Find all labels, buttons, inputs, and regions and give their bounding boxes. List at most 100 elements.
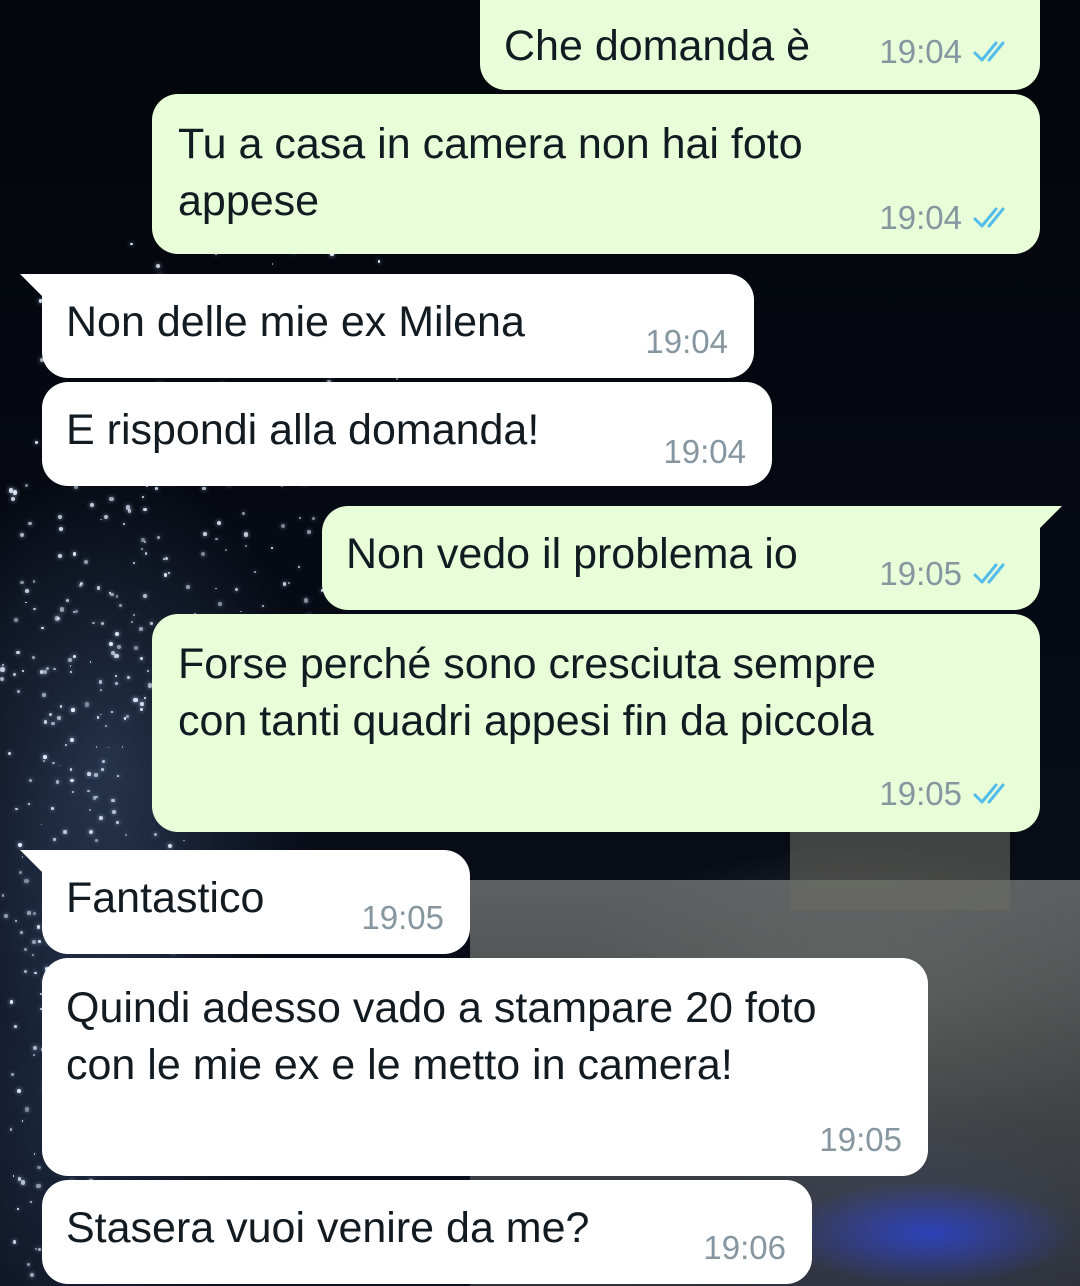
light-dot — [32, 580, 36, 584]
light-dot — [110, 798, 115, 803]
light-dot — [27, 802, 30, 805]
read-receipt-icon — [973, 207, 1005, 228]
light-dot — [32, 912, 37, 916]
light-dot — [203, 532, 207, 536]
light-dot — [157, 535, 161, 539]
light-dot — [69, 670, 73, 673]
message-bubble-incoming[interactable]: Fantastico 19:05 — [20, 850, 470, 954]
light-dot — [95, 795, 99, 799]
message-time: 19:04 — [879, 33, 962, 70]
bubble-tail — [1040, 506, 1062, 528]
light-dot — [215, 537, 218, 540]
light-dot — [62, 830, 67, 834]
light-dot — [115, 631, 120, 636]
light-dot — [100, 768, 104, 771]
light-dot — [34, 971, 37, 975]
light-dot — [140, 702, 144, 706]
light-dot — [155, 487, 158, 490]
message-bubble-outgoing[interactable]: Non vedo il problema io 19:05 — [322, 506, 1062, 610]
light-dot — [254, 571, 257, 574]
message-time: 19:05 — [879, 555, 962, 592]
message-bubble-outgoing[interactable]: Tu a casa in camera non hai foto appese … — [152, 94, 1040, 254]
light-dot — [123, 523, 125, 525]
light-dot — [12, 1240, 17, 1245]
light-dot — [162, 558, 165, 561]
light-dot — [48, 712, 52, 716]
message-time: 19:04 — [663, 433, 746, 470]
message-time: 19:04 — [879, 199, 962, 236]
light-dot — [143, 541, 146, 544]
light-dot — [24, 879, 29, 884]
light-dot — [100, 713, 102, 716]
light-dot — [20, 532, 25, 537]
light-dot — [244, 545, 247, 548]
light-dot — [71, 790, 74, 793]
light-dot — [241, 512, 246, 516]
light-dot — [307, 529, 312, 534]
light-dot — [32, 655, 35, 659]
light-dot — [145, 552, 148, 555]
message-text-line-1: Quindi adesso vado a stampare 20 foto — [66, 984, 817, 1032]
light-dot — [95, 746, 98, 748]
light-dot — [140, 708, 144, 712]
message-bubble-outgoing[interactable]: Che domanda è 19:04 — [480, 0, 1040, 90]
light-dot — [100, 518, 102, 521]
bubble-tail — [20, 274, 42, 296]
message-bubble-incoming[interactable]: Non delle mie ex Milena 19:04 — [20, 274, 754, 378]
light-dot — [35, 1248, 37, 1250]
read-receipt-icon — [973, 41, 1005, 62]
light-dot — [109, 496, 114, 502]
light-dot — [377, 260, 381, 263]
light-dot — [39, 669, 44, 674]
light-dot — [116, 821, 120, 824]
light-dot — [201, 486, 206, 491]
light-dot — [224, 549, 227, 552]
message-bubble-incoming[interactable]: Quindi adesso vado a stampare 20 foto co… — [42, 958, 928, 1176]
light-dot — [33, 1046, 37, 1051]
light-dot — [38, 940, 41, 943]
light-dot — [27, 1263, 31, 1267]
light-dot — [110, 651, 115, 656]
light-dot — [111, 711, 114, 714]
light-dot — [12, 490, 18, 495]
light-dot — [142, 593, 147, 598]
light-dot — [55, 780, 60, 784]
light-dot — [9, 1128, 13, 1131]
light-dot — [24, 969, 28, 974]
light-dot — [28, 521, 32, 526]
message-text-line-1: Forse perché sono cresciuta sempre — [178, 640, 876, 688]
message-meta: 19:04 — [879, 198, 1018, 238]
light-dot — [32, 940, 37, 944]
message-bubble-incoming[interactable]: E rispondi alla domanda! 19:04 — [42, 382, 772, 486]
light-dot — [18, 843, 22, 848]
message-text-line-1: Tu a casa in camera non hai foto — [178, 120, 803, 168]
light-dot — [261, 605, 264, 608]
light-dot — [16, 690, 20, 694]
light-dot — [15, 807, 18, 811]
light-dot — [70, 778, 74, 782]
light-dot — [185, 584, 190, 589]
light-dot — [142, 507, 147, 512]
light-dot — [43, 719, 48, 724]
light-dot — [121, 746, 124, 748]
light-dot — [98, 816, 103, 821]
light-dot — [89, 503, 94, 508]
message-meta: 19:04 — [645, 322, 728, 362]
light-dot — [125, 715, 129, 719]
light-dot — [281, 523, 286, 528]
message-time: 19:05 — [361, 899, 444, 936]
light-dot — [107, 746, 110, 749]
message-bubble-incoming[interactable]: Stasera vuoi venire da me? 19:06 — [42, 1180, 812, 1284]
light-dot — [29, 1201, 32, 1204]
light-dot — [133, 697, 138, 702]
light-dot — [89, 660, 92, 663]
light-dot — [19, 931, 23, 934]
light-dot — [56, 715, 62, 721]
light-dot — [311, 517, 315, 521]
light-dot — [118, 603, 123, 608]
message-bubble-outgoing[interactable]: Forse perché sono cresciuta sempre con t… — [152, 614, 1040, 832]
light-dot — [96, 586, 100, 590]
light-dot — [53, 667, 57, 671]
light-dot — [21, 1120, 24, 1122]
message-text-line-2: con le mie ex e le metto in camera! — [66, 1041, 733, 1089]
